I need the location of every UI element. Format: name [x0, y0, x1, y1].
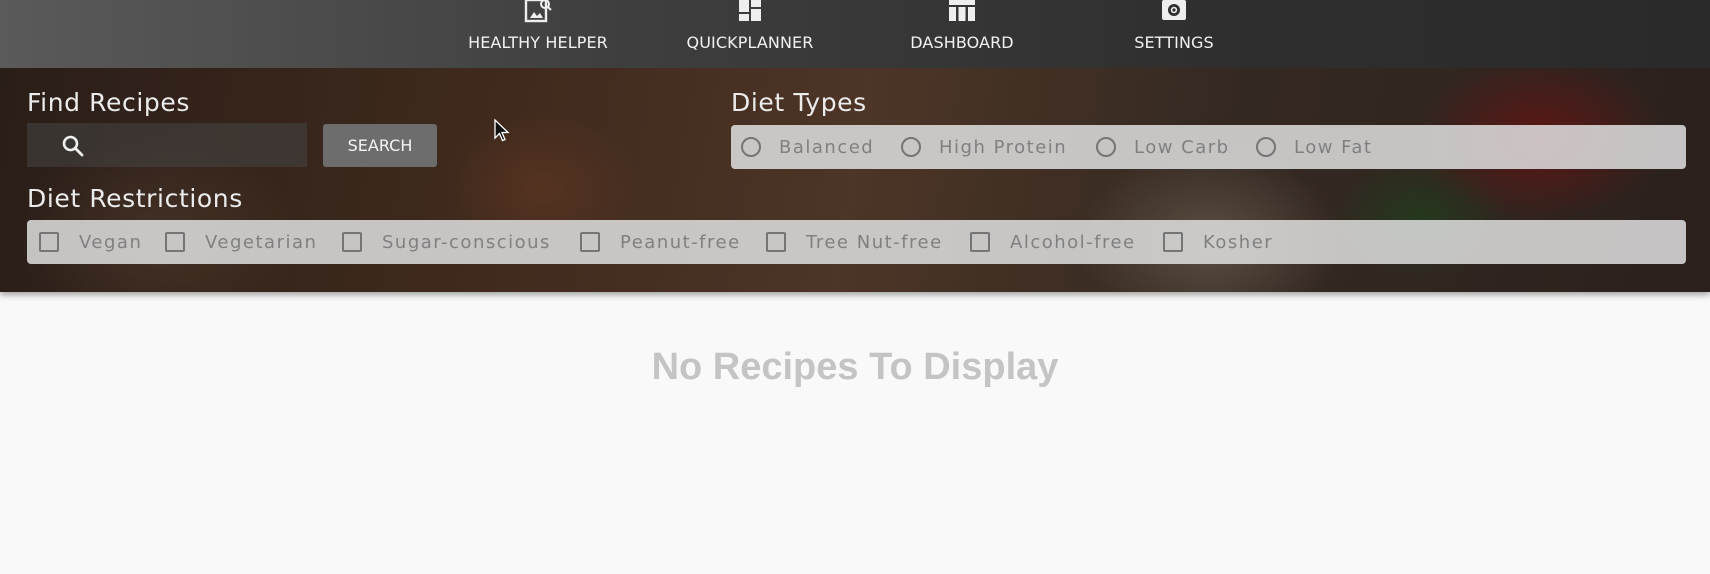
- checkbox-label: Sugar-conscious: [382, 231, 551, 253]
- search-input[interactable]: [97, 131, 301, 161]
- checkbox-label: Alcohol-free: [1010, 231, 1136, 253]
- checkbox-box[interactable]: [1163, 232, 1183, 252]
- radio-low-fat[interactable]: Low Fat: [1256, 125, 1372, 169]
- filter-banner: Find Recipes SEARCH Diet Types Balanced …: [0, 68, 1710, 292]
- radio-label: High Protein: [939, 136, 1068, 158]
- search-field[interactable]: [27, 123, 307, 167]
- nav-label-dashboard: DASHBOARD: [910, 33, 1014, 52]
- diet-restrictions-options: Vegan Vegetarian Sugar-conscious Peanut-…: [27, 220, 1686, 264]
- search-icon: [62, 135, 84, 157]
- radio-high-protein[interactable]: High Protein: [901, 125, 1067, 169]
- nav-label-healthy-helper: HEALTHY HELPER: [468, 33, 608, 52]
- nav-item-dashboard[interactable]: DASHBOARD: [877, 0, 1047, 68]
- checkbox-label: Vegan: [79, 231, 143, 253]
- radio-circle[interactable]: [741, 137, 761, 157]
- diet-types-options: Balanced High Protein Low Carb Low Fat: [731, 125, 1686, 169]
- checkbox-box[interactable]: [766, 232, 786, 252]
- nav-item-healthy-helper[interactable]: HEALTHY HELPER: [453, 0, 623, 68]
- search-button[interactable]: SEARCH: [323, 124, 437, 167]
- radio-label: Low Fat: [1294, 136, 1373, 158]
- radio-circle[interactable]: [901, 137, 921, 157]
- mouse-cursor-icon: [494, 119, 510, 142]
- radio-label: Low Carb: [1134, 136, 1230, 158]
- checkbox-kosher[interactable]: Kosher: [1163, 220, 1273, 264]
- image-search-icon: [524, 0, 552, 23]
- empty-state-message: No Recipes To Display: [651, 346, 1059, 388]
- nav-label-settings: SETTINGS: [1134, 33, 1214, 52]
- top-navigation-bar: HEALTHY HELPER QUICKPLANNER DASHBOARD SE…: [0, 0, 1710, 68]
- nav-item-quickplanner[interactable]: QUICKPLANNER: [665, 0, 835, 68]
- radio-low-carb[interactable]: Low Carb: [1096, 125, 1230, 169]
- nav-label-quickplanner: QUICKPLANNER: [686, 33, 814, 52]
- checkbox-vegetarian[interactable]: Vegetarian: [165, 220, 317, 264]
- checkbox-box[interactable]: [970, 232, 990, 252]
- radio-circle[interactable]: [1096, 137, 1116, 157]
- checkbox-tree-nut-free[interactable]: Tree Nut-free: [766, 220, 943, 264]
- checkbox-alcohol-free[interactable]: Alcohol-free: [970, 220, 1136, 264]
- checkbox-label: Kosher: [1203, 231, 1274, 253]
- calendar-view-icon: [949, 0, 975, 21]
- gear-icon: [1162, 0, 1186, 20]
- checkbox-box[interactable]: [39, 232, 59, 252]
- dashboard-layout-icon: [739, 0, 761, 21]
- radio-label: Balanced: [779, 136, 875, 158]
- checkbox-vegan[interactable]: Vegan: [39, 220, 142, 264]
- checkbox-label: Vegetarian: [205, 231, 318, 253]
- checkbox-box[interactable]: [165, 232, 185, 252]
- radio-balanced[interactable]: Balanced: [741, 125, 874, 169]
- find-recipes-title: Find Recipes: [27, 88, 190, 117]
- radio-circle[interactable]: [1256, 137, 1276, 157]
- checkbox-peanut-free[interactable]: Peanut-free: [580, 220, 741, 264]
- checkbox-label: Tree Nut-free: [806, 231, 943, 253]
- checkbox-label: Peanut-free: [620, 231, 741, 253]
- checkbox-box[interactable]: [342, 232, 362, 252]
- checkbox-sugar-conscious[interactable]: Sugar-conscious: [342, 220, 551, 264]
- diet-restrictions-title: Diet Restrictions: [27, 184, 243, 213]
- checkbox-box[interactable]: [580, 232, 600, 252]
- diet-types-title: Diet Types: [731, 88, 867, 117]
- nav-item-settings[interactable]: SETTINGS: [1089, 0, 1259, 68]
